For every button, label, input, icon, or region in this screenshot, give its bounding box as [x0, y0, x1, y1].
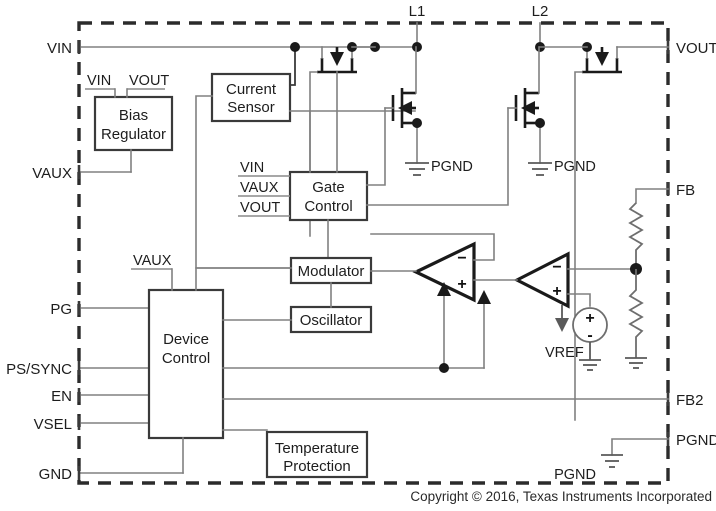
node-l2-source: [535, 118, 545, 128]
block-gate-control: Gate Control: [288, 170, 369, 222]
device-control-label-line1: Device: [163, 331, 209, 348]
gate-control-label-line1: Gate: [312, 179, 345, 196]
device-port-label-vaux: VAUX: [133, 253, 172, 269]
pin-label-pssync: PS/SYNC: [6, 361, 72, 378]
gnd-symbol-pgnd-l2: [528, 162, 552, 176]
amp1-minus-sign: −: [457, 250, 466, 267]
block-temperature-protection: Temperature Protection: [265, 430, 369, 479]
block-current-sensor: Current Sensor: [210, 72, 292, 123]
pin-label-fb: FB: [676, 182, 695, 199]
pin-label-vout: VOUT: [676, 40, 716, 57]
bias-port-label-vin: VIN: [87, 73, 111, 89]
wire-gate-to-l2-gate: [366, 107, 509, 206]
gate-port-label-vout: VOUT: [240, 200, 280, 216]
label-pgnd-l2: PGND: [554, 159, 596, 175]
pin-label-l1: L1: [409, 3, 426, 20]
gnd-symbol-pgnd-l1: [405, 162, 429, 176]
gate-port-label-vaux: VAUX: [240, 180, 279, 196]
current-sensor-label-line1: Current: [226, 81, 277, 98]
label-pgnd-bottom: PGND: [554, 467, 596, 483]
gate-port-label-vin: VIN: [240, 160, 264, 176]
label-pgnd-l1: PGND: [431, 159, 473, 175]
modulator-label: Modulator: [298, 263, 365, 280]
fet-lowside-l2: [507, 46, 541, 164]
pgnd-bottom-net: [601, 438, 669, 468]
label-vref: VREF: [545, 345, 584, 361]
wire-gate-to-l1-gate: [366, 107, 386, 186]
pin-label-vsel: VSEL: [34, 416, 72, 433]
block-bias-regulator: Bias Regulator: [93, 95, 174, 152]
fet-lowside-l1: [384, 46, 418, 164]
schematic-canvas: VIN VAUX PG PS/SYNC EN VSEL GND VOUT FB …: [6, 3, 716, 504]
temp-protection-label-line1: Temperature: [275, 440, 359, 457]
node-l1-source: [412, 118, 422, 128]
block-oscillator: Oscillator: [289, 305, 373, 334]
oscillator-label: Oscillator: [300, 312, 363, 329]
wire-device-to-modulator: [195, 267, 292, 291]
gate-control-label-line2: Control: [304, 198, 352, 215]
pin-label-pg: PG: [50, 301, 72, 318]
amp2-minus-sign: −: [552, 259, 561, 276]
amp2-plus-sign: +: [552, 283, 561, 300]
block-device-control: Device Control: [147, 288, 225, 440]
pin-label-en: EN: [51, 388, 72, 405]
vref-plus-sign: +: [585, 310, 594, 327]
bias-port-label-vout: VOUT: [129, 73, 169, 89]
node-pssync-amp1: [439, 363, 449, 373]
pin-label-vaux: VAUX: [32, 165, 72, 182]
pin-label-gnd: GND: [39, 466, 73, 483]
bias-regulator-label-line1: Bias: [119, 107, 148, 124]
node-vin-1: [290, 42, 300, 52]
amplifier-2: − +: [513, 251, 570, 309]
wire-amp2-plus-to-vref: [567, 293, 591, 307]
amp2-plus-arrow-icon: [477, 290, 491, 304]
current-sensor-label-line2: Sensor: [227, 99, 275, 116]
bias-regulator-label-line2: Regulator: [101, 126, 166, 143]
pin-label-vin: VIN: [47, 40, 72, 57]
pin-label-pgnd: PGND: [676, 432, 716, 449]
amp1-plus-sign: +: [457, 276, 466, 293]
device-control-label-line2: Control: [162, 350, 210, 367]
copyright-text: Copyright © 2016, Texas Instruments Inco…: [410, 489, 712, 504]
fb-resistor-divider: [625, 188, 669, 369]
pin-label-l2: L2: [532, 3, 549, 20]
pin-label-fb2: FB2: [676, 392, 704, 409]
node-l1: [412, 42, 422, 52]
block-modulator: Modulator: [289, 256, 373, 285]
functional-block-diagram: VIN VAUX PG PS/SYNC EN VSEL GND VOUT FB …: [0, 0, 716, 511]
vref-minus-sign: -: [587, 327, 592, 344]
temp-protection-label-line2: Protection: [283, 458, 351, 475]
fet-highside-vout: [574, 46, 622, 421]
vref-arrow-icon: [555, 305, 569, 332]
